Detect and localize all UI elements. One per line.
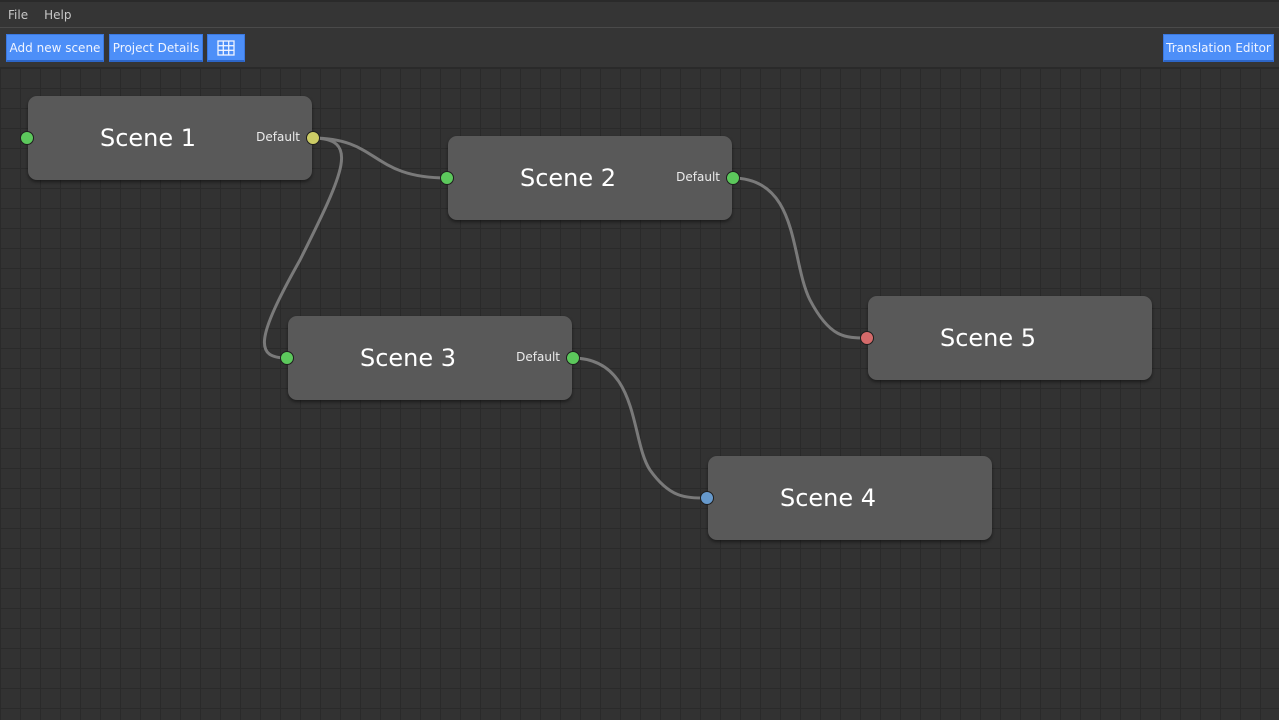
- scene-node-5[interactable]: Scene 5: [860, 296, 1152, 380]
- node-title: Scene 4: [779, 484, 877, 512]
- grid-toggle-button[interactable]: [207, 34, 245, 62]
- scene-node-2[interactable]: Scene 2 Default: [440, 136, 740, 220]
- output-label: Default: [676, 170, 720, 184]
- grid-icon: [217, 39, 235, 56]
- toolbar: Add new scene Project Details Translatio…: [0, 28, 1279, 68]
- output-port[interactable]: [726, 171, 740, 185]
- output-label: Default: [256, 130, 300, 144]
- scene-node-3[interactable]: Scene 3 Default: [280, 316, 580, 400]
- output-port[interactable]: [566, 351, 580, 365]
- output-label: Default: [516, 350, 560, 364]
- scene-node-4[interactable]: Scene 4: [700, 456, 992, 540]
- node-title: Scene 1: [99, 124, 197, 152]
- menu-file[interactable]: File: [0, 8, 36, 22]
- project-details-button[interactable]: Project Details: [109, 34, 203, 62]
- menu-bar: File Help: [0, 0, 1279, 28]
- output-port[interactable]: [306, 131, 320, 145]
- translation-editor-button[interactable]: Translation Editor: [1163, 34, 1274, 62]
- node-title: Scene 5: [939, 324, 1037, 352]
- scene-node-1[interactable]: Scene 1 Default: [20, 96, 320, 180]
- node-title: Scene 2: [519, 164, 617, 192]
- menu-help[interactable]: Help: [36, 8, 79, 22]
- add-new-scene-button[interactable]: Add new scene: [6, 34, 104, 62]
- node-title: Scene 3: [359, 344, 457, 372]
